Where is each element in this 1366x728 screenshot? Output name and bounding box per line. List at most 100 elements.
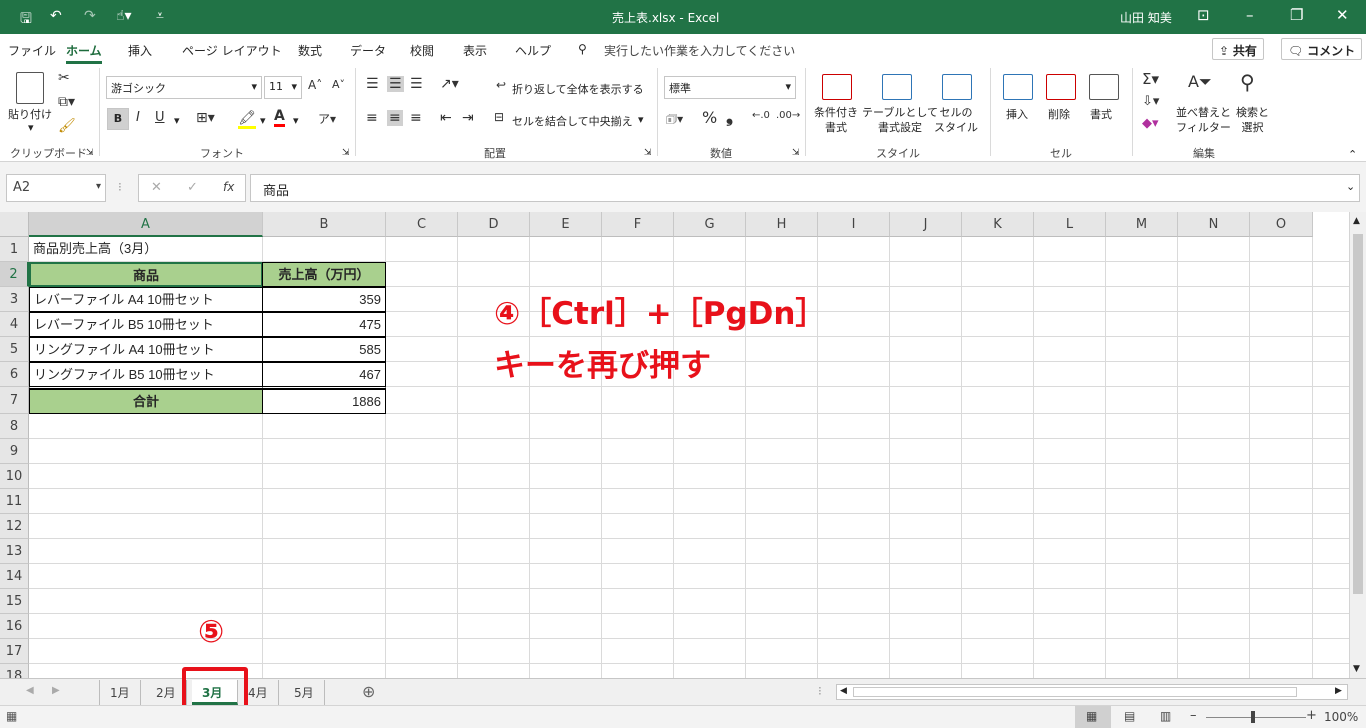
header-product-cell[interactable]: 商品 bbox=[29, 262, 263, 287]
zoom-level[interactable]: 100% bbox=[1324, 710, 1358, 724]
formula-input[interactable]: 商品 bbox=[250, 174, 1360, 202]
confirm-entry-icon[interactable]: ✓ bbox=[187, 180, 198, 195]
font-size-select[interactable]: 11 ▾ bbox=[264, 76, 302, 99]
lightbulb-search-icon[interactable]: ⚲ bbox=[578, 42, 587, 56]
tab-review[interactable]: 校閲 bbox=[410, 42, 434, 59]
font-color-icon[interactable]: A bbox=[274, 108, 285, 127]
scroll-up-icon[interactable]: ▲ bbox=[1353, 216, 1360, 226]
percent-style-icon[interactable]: % bbox=[702, 108, 717, 127]
row-header-6[interactable]: 6 bbox=[0, 362, 29, 387]
scroll-left-icon[interactable]: ◀ bbox=[840, 686, 847, 696]
column-header-j[interactable]: J bbox=[890, 212, 962, 237]
close-icon[interactable]: ✕ bbox=[1336, 6, 1349, 24]
sort-filter-button[interactable]: 並べ替えと フィルター bbox=[1176, 105, 1231, 135]
sales-cell[interactable]: 467 bbox=[262, 362, 386, 389]
insert-function-icon[interactable]: fx bbox=[223, 180, 234, 194]
row-header-14[interactable]: 14 bbox=[0, 564, 29, 589]
number-launcher-icon[interactable]: ⇲ bbox=[792, 148, 800, 158]
column-header-b[interactable]: B bbox=[263, 212, 386, 237]
find-select-button[interactable]: 検索と 選択 bbox=[1236, 105, 1269, 135]
tab-formulas[interactable]: 数式 bbox=[298, 42, 322, 59]
paste-button[interactable]: 貼り付け bbox=[8, 106, 52, 122]
row-header-7[interactable]: 7 bbox=[0, 387, 29, 414]
clipboard-launcher-icon[interactable]: ⇲ bbox=[86, 148, 94, 158]
row-header-17[interactable]: 17 bbox=[0, 639, 29, 664]
merge-center-icon[interactable]: ⊟ bbox=[494, 110, 504, 124]
new-sheet-icon[interactable]: ⊕ bbox=[362, 682, 375, 701]
cell-styles-icon[interactable] bbox=[942, 74, 972, 100]
cancel-entry-icon[interactable]: ✕ bbox=[151, 180, 162, 195]
format-as-table-icon[interactable] bbox=[882, 74, 912, 100]
sales-cell[interactable]: 359 bbox=[262, 287, 386, 312]
column-header-n[interactable]: N bbox=[1178, 212, 1250, 237]
delete-cells-icon[interactable] bbox=[1046, 74, 1076, 100]
borders-icon[interactable]: ⊞▾ bbox=[196, 110, 215, 126]
zoom-slider-thumb[interactable] bbox=[1251, 711, 1255, 723]
paste-dropdown-icon[interactable]: ▾ bbox=[28, 121, 34, 134]
align-right-icon[interactable]: ≡ bbox=[410, 110, 422, 126]
comments-button[interactable]: 🗨 コメント bbox=[1281, 38, 1363, 60]
align-top-icon[interactable]: ☰ bbox=[366, 76, 379, 92]
underline-dropdown-icon[interactable]: ▾ bbox=[174, 114, 180, 127]
clear-icon[interactable]: ◆▾ bbox=[1142, 116, 1159, 131]
cut-icon[interactable]: ✂ bbox=[58, 70, 70, 86]
increase-decimal-icon[interactable]: ←.0 bbox=[752, 110, 770, 121]
row-header-1[interactable]: 1 bbox=[0, 237, 29, 262]
column-header-g[interactable]: G bbox=[674, 212, 746, 237]
zoom-in-icon[interactable]: + bbox=[1306, 708, 1317, 723]
autosum-icon[interactable]: Σ▾ bbox=[1142, 70, 1159, 88]
format-painter-icon[interactable]: 🖌 bbox=[58, 118, 76, 134]
format-cells-button[interactable]: 書式 bbox=[1090, 106, 1112, 122]
title-cell[interactable]: 商品別売上高（3月） bbox=[29, 237, 269, 262]
page-layout-view-icon[interactable]: ▤ bbox=[1124, 709, 1135, 723]
zoom-slider[interactable] bbox=[1206, 717, 1306, 718]
product-cell[interactable]: レバーファイル A4 10冊セット bbox=[29, 287, 263, 312]
restore-icon[interactable]: ❐ bbox=[1290, 6, 1303, 24]
alignment-launcher-icon[interactable]: ⇲ bbox=[644, 148, 652, 158]
sheet-tab-2[interactable]: 2月 bbox=[146, 680, 187, 705]
save-icon[interactable]: 🖫 bbox=[20, 8, 32, 32]
scroll-down-icon[interactable]: ▼ bbox=[1353, 664, 1360, 674]
cell-styles-button[interactable]: セルの スタイル bbox=[934, 105, 978, 135]
vertical-scrollbar[interactable]: ▲ ▼ bbox=[1349, 212, 1366, 678]
sort-filter-icon[interactable]: A⏷ bbox=[1188, 72, 1212, 92]
row-header-12[interactable]: 12 bbox=[0, 514, 29, 539]
shrink-font-icon[interactable]: A˅ bbox=[332, 78, 345, 91]
italic-button[interactable]: I bbox=[136, 110, 140, 125]
touch-mode-icon[interactable]: ☝▾ bbox=[116, 8, 132, 24]
fill-icon[interactable]: ⇩▾ bbox=[1142, 94, 1159, 109]
column-header-a[interactable]: A bbox=[29, 212, 263, 237]
row-header-9[interactable]: 9 bbox=[0, 439, 29, 464]
merge-center-button[interactable]: セルを結合して中央揃え bbox=[512, 113, 633, 129]
row-header-5[interactable]: 5 bbox=[0, 337, 29, 362]
tab-page-layout[interactable]: ページ レイアウト bbox=[182, 42, 282, 59]
worksheet-grid[interactable]: ABCDEFGHIJKLMNO 1 2 3 4 5 6 7 8 9 10 11 12 13 14 15 16 1… bbox=[0, 212, 1366, 678]
increase-indent-icon[interactable]: ⇥ bbox=[462, 110, 474, 126]
next-sheet-icon[interactable]: ▶ bbox=[52, 685, 60, 696]
column-header-o[interactable]: O bbox=[1250, 212, 1313, 237]
macro-record-icon[interactable]: ▦ bbox=[6, 709, 17, 723]
column-header-l[interactable]: L bbox=[1034, 212, 1106, 237]
tell-me-search[interactable]: 実行したい作業を入力してください bbox=[604, 42, 795, 59]
total-label-cell[interactable]: 合計 bbox=[29, 389, 263, 414]
align-left-icon[interactable]: ≡ bbox=[366, 110, 378, 126]
copy-icon[interactable]: ⧉▾ bbox=[58, 94, 75, 110]
row-header-10[interactable]: 10 bbox=[0, 464, 29, 489]
align-middle-icon[interactable]: ☰ bbox=[387, 76, 404, 92]
ribbon-display-icon[interactable]: ⊡ bbox=[1197, 6, 1210, 24]
delete-cells-button[interactable]: 削除 bbox=[1048, 106, 1070, 122]
fill-dropdown-icon[interactable]: ▾ bbox=[260, 114, 266, 127]
column-header-m[interactable]: M bbox=[1106, 212, 1178, 237]
tab-split-handle-icon[interactable]: ⁝ bbox=[818, 684, 822, 698]
horizontal-scroll-thumb[interactable] bbox=[853, 687, 1297, 697]
sheet-tab-5[interactable]: 5月 bbox=[284, 680, 325, 705]
product-cell[interactable]: レバーファイル B5 10冊セット bbox=[29, 312, 263, 337]
total-value-cell[interactable]: 1886 bbox=[262, 389, 386, 414]
wrap-text-button[interactable]: 折り返して全体を表示する bbox=[512, 81, 644, 97]
expand-formula-bar-icon[interactable]: ⌄ bbox=[1346, 180, 1355, 193]
sales-cell[interactable]: 585 bbox=[262, 337, 386, 362]
share-button[interactable]: ⇪ 共有 bbox=[1212, 38, 1264, 60]
decrease-indent-icon[interactable]: ⇤ bbox=[440, 110, 452, 126]
undo-icon[interactable]: ↶ bbox=[50, 8, 62, 24]
row-header-15[interactable]: 15 bbox=[0, 589, 29, 614]
